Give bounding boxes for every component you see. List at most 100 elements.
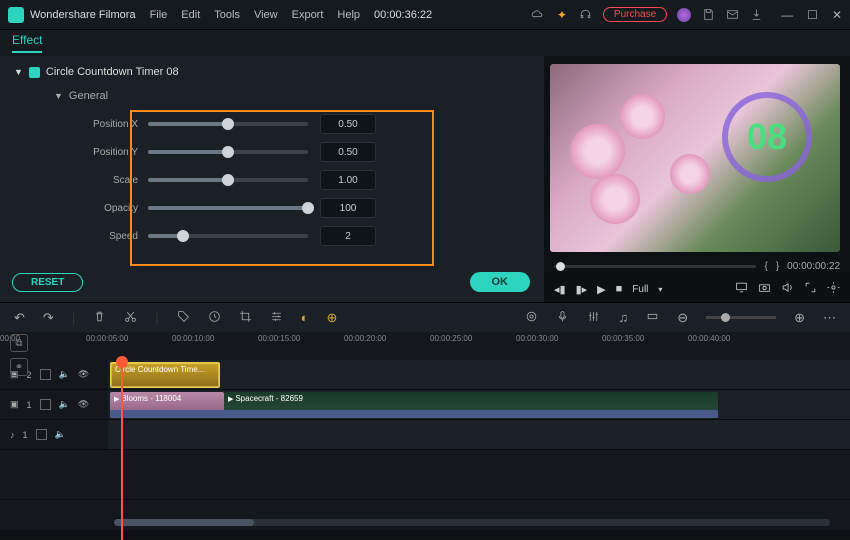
lock-icon[interactable] [40,399,51,410]
fx-clip-label: Circle Countdown Time... [115,365,204,374]
track-video1-icon: ▣ [10,399,19,410]
zoom-slider[interactable] [706,316,776,319]
menu-file[interactable]: File [150,9,168,21]
param-value[interactable]: 100 [320,198,376,218]
settings-icon[interactable] [827,281,840,297]
adjust-icon[interactable] [270,310,283,326]
download-icon[interactable] [749,8,763,22]
time-ruler[interactable]: 00:0000:00:05:0000:00:10:0000:00:15:0000… [0,332,850,360]
menu-export[interactable]: Export [292,9,324,21]
param-value[interactable]: 0.50 [320,114,376,134]
delete-button[interactable] [93,310,106,326]
maximize-button[interactable]: ☐ [807,8,818,22]
lock-icon[interactable] [40,369,51,380]
tab-effect[interactable]: Effect [12,33,42,53]
mute-icon[interactable]: 🔈 [59,369,70,380]
section-collapse-icon[interactable]: ▼ [54,91,63,101]
close-button[interactable]: ✕ [832,8,842,22]
mail-icon[interactable] [725,8,739,22]
volume-icon[interactable] [781,281,794,297]
music-icon[interactable]: ♫ [618,310,628,325]
param-slider[interactable] [148,178,308,182]
brace-right[interactable]: } [776,261,779,272]
prev-frame-button[interactable]: ◂▮ [554,283,566,296]
cloud-icon[interactable] [531,8,545,22]
mute-icon[interactable]: 🔈 [59,399,70,410]
mic-icon[interactable] [556,310,569,326]
param-value[interactable]: 1.00 [320,170,376,190]
countdown-number: 08 [747,116,787,158]
step-back-button[interactable]: ▮▸ [576,283,588,296]
collapse-icon[interactable]: ▼ [14,67,23,77]
stop-button[interactable]: ■ [616,283,623,295]
menu-tools[interactable]: Tools [214,9,240,21]
track-audio-icon: ♪ [10,430,15,440]
preview-panel: 08 { } 00:00:00:22 ◂▮ ▮▸ ▶ ■ Full ▾ [544,56,850,302]
menu-edit[interactable]: Edit [181,9,200,21]
marker-icon[interactable] [525,310,538,326]
param-label: Position X [72,119,148,130]
tag-icon[interactable] [177,310,190,326]
eye-icon[interactable]: 👁 [78,399,89,410]
preview-viewport[interactable]: 08 [550,64,840,252]
headphones-icon[interactable] [579,8,593,22]
playhead[interactable] [121,360,123,540]
play-button[interactable]: ▶ [597,283,605,296]
param-value[interactable]: 0.50 [320,142,376,162]
dropdown-icon[interactable]: ▾ [658,285,662,294]
crop-icon[interactable] [239,310,252,326]
menu-help[interactable]: Help [337,9,360,21]
overflow-icon[interactable]: ⋯ [823,310,836,326]
ok-button[interactable]: OK [470,272,531,292]
camera-icon[interactable] [758,281,771,297]
sparkle-icon[interactable]: ✦ [555,8,569,22]
speed-icon[interactable] [208,310,221,326]
screen-icon[interactable] [735,281,748,297]
timeline-toolbar: ↶ ↷ | | ◐ ⊕ ♫ ⊖ ⊕ ⋯ [0,302,850,332]
titlebar: Wondershare Filmora File Edit Tools View… [0,0,850,30]
main-menu: File Edit Tools View Export Help [150,9,360,21]
clip2-label: Spacecraft - 82659 [235,394,303,403]
track1-label: 1 [27,400,32,410]
fit-icon[interactable] [646,310,659,326]
param-value[interactable]: 2 [320,226,376,246]
redo-button[interactable]: ↷ [43,310,54,326]
layer-icon[interactable]: ⧉ [10,334,28,352]
menu-view[interactable]: View [254,9,278,21]
cut-button[interactable] [124,310,137,326]
expand-icon[interactable] [804,281,817,297]
zoom-out-button[interactable]: ⊖ [677,310,688,326]
minimize-button[interactable]: — [781,8,793,22]
ruler-tick: 00:00:25:00 [430,334,472,343]
mixer-icon[interactable] [587,310,600,326]
eye-icon[interactable]: 👁 [78,369,89,380]
lock-icon[interactable] [36,429,47,440]
color-icon[interactable]: ◐ [301,310,309,325]
full-label[interactable]: Full [632,284,648,295]
purchase-button[interactable]: Purchase [603,7,667,22]
param-label: Position Y [72,147,148,158]
reset-button[interactable]: RESET [12,273,83,292]
param-slider[interactable] [148,150,308,154]
timeline: ▣2🔈👁 Circle Countdown Time... ▣1🔈👁 ▶ Blo… [0,360,850,530]
brand: Wondershare Filmora [30,9,136,21]
preview-scrubber[interactable] [554,265,756,268]
link-icon[interactable]: ⚭ [10,358,28,376]
param-slider[interactable] [148,122,308,126]
timeline-scrollbar[interactable] [114,519,830,526]
save-icon[interactable] [701,8,715,22]
ruler-tick: 00:00:15:00 [258,334,300,343]
brace-left[interactable]: { [764,261,767,272]
mute-icon[interactable]: 🔈 [55,429,66,440]
effect-icon[interactable]: ⊕ [326,310,337,326]
audio-strip[interactable] [110,410,718,418]
ruler-tick: 00:00:35:00 [602,334,644,343]
effect-enabled-checkbox[interactable] [29,67,40,78]
param-slider[interactable] [148,234,308,238]
orb-icon[interactable] [677,8,691,22]
param-slider[interactable] [148,206,308,210]
param-label: Opacity [72,203,148,214]
timecode: 00:00:36:22 [374,9,432,21]
zoom-in-button[interactable]: ⊕ [794,310,805,326]
undo-button[interactable]: ↶ [14,310,25,326]
